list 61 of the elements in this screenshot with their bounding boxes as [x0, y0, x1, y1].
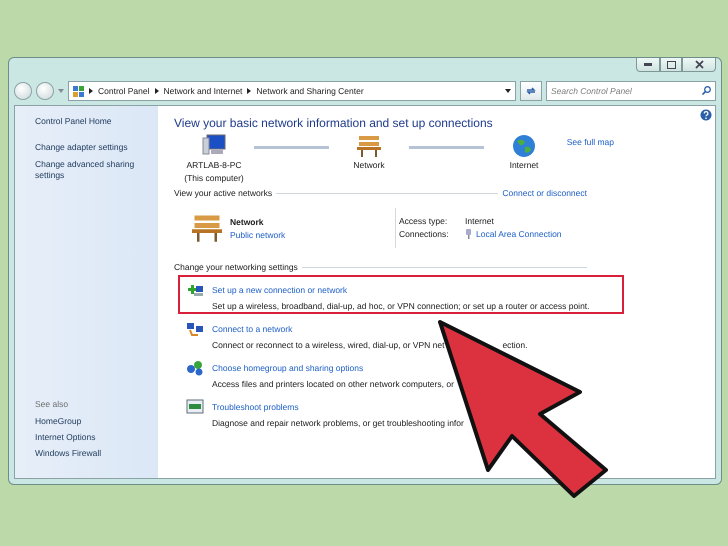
task-link[interactable]: Choose homegroup and sharing options [212, 363, 622, 373]
see-also-link[interactable]: Windows Firewall [35, 448, 146, 459]
task-description: ection. [502, 340, 528, 350]
chevron-icon [247, 88, 252, 94]
bench-icon [190, 213, 224, 243]
bench-icon [356, 134, 382, 158]
see-full-map-link[interactable]: See full map [566, 137, 614, 147]
section-heading: View your active networks [174, 188, 272, 198]
see-also-link[interactable]: HomeGroup [35, 416, 146, 427]
breadcrumb[interactable]: Network and Sharing Center [256, 86, 364, 96]
see-also-link[interactable]: Internet Options [35, 432, 146, 443]
node-label: Network [353, 160, 385, 171]
breadcrumb[interactable]: Network and Internet [164, 86, 242, 96]
plug-icon [465, 229, 472, 239]
refresh-button[interactable] [520, 81, 542, 101]
section-heading: Change your networking settings [174, 262, 298, 272]
task-description: Diagnose and repair network problems, or get troubleshooting infor [212, 418, 464, 428]
task-description: Connect or reconnect to a wireless, wired, dial-up, or VPN net [212, 340, 444, 350]
new-connection-icon [186, 282, 204, 298]
task-link[interactable]: Troubleshoot problems [212, 402, 622, 412]
chevron-icon [89, 88, 93, 94]
chevron-icon [154, 88, 159, 94]
property-label: Access type: [399, 216, 448, 226]
task-description: Set up a wireless, broadband, dial-up, ad hoc, or VPN connection; or set up a router or access point. [212, 301, 590, 311]
close-button[interactable] [682, 58, 716, 72]
connection-link[interactable]: Local Area Connection [476, 229, 562, 239]
network-name: Network [230, 216, 265, 226]
refresh-icon [526, 86, 536, 96]
node-label: ARTLAB-8-PC [186, 160, 242, 171]
control-panel-icon [73, 86, 84, 96]
address-bar[interactable]: Control Panel Network and Internet Network and Sharing Center [68, 81, 516, 101]
sidebar-link[interactable]: Change adapter settings [35, 142, 146, 153]
task-link[interactable]: Connect to a network [212, 324, 622, 334]
property-value: Internet [465, 216, 494, 226]
breadcrumb[interactable]: Control Panel [98, 86, 150, 96]
globe-icon [512, 134, 536, 158]
connect-link[interactable]: Connect or disconnect [502, 188, 587, 198]
sidebar-link[interactable]: Change advanced sharing settings [35, 159, 146, 181]
close-icon [694, 60, 704, 69]
homegroup-icon [186, 360, 204, 376]
help-icon[interactable] [700, 109, 712, 121]
task-link[interactable]: Set up a new connection or network [212, 285, 622, 295]
node-label: Internet [510, 160, 538, 171]
troubleshoot-icon [186, 399, 204, 415]
property-label: Connections: [399, 229, 450, 239]
network-type-link[interactable]: Public network [230, 230, 286, 240]
network-computers-icon [186, 321, 204, 337]
minimize-button[interactable] [636, 58, 660, 72]
maximize-button[interactable] [660, 58, 682, 72]
search-field[interactable]: Search Control Panel [546, 81, 716, 101]
see-also-heading: See also [35, 399, 70, 410]
maximize-icon [666, 60, 676, 68]
minimize-icon [644, 63, 652, 66]
dropdown-icon[interactable] [505, 89, 511, 93]
task-description: Access files and printers located on other network computers, or [212, 379, 454, 389]
search-icon [702, 86, 711, 95]
page-title: View your basic network information and set up connections [174, 116, 494, 130]
sidebar-link[interactable]: Control Panel Home [35, 116, 146, 127]
back-button[interactable] [14, 82, 32, 100]
forward-button[interactable] [36, 82, 54, 100]
node-sublabel: (This computer) [184, 173, 244, 184]
